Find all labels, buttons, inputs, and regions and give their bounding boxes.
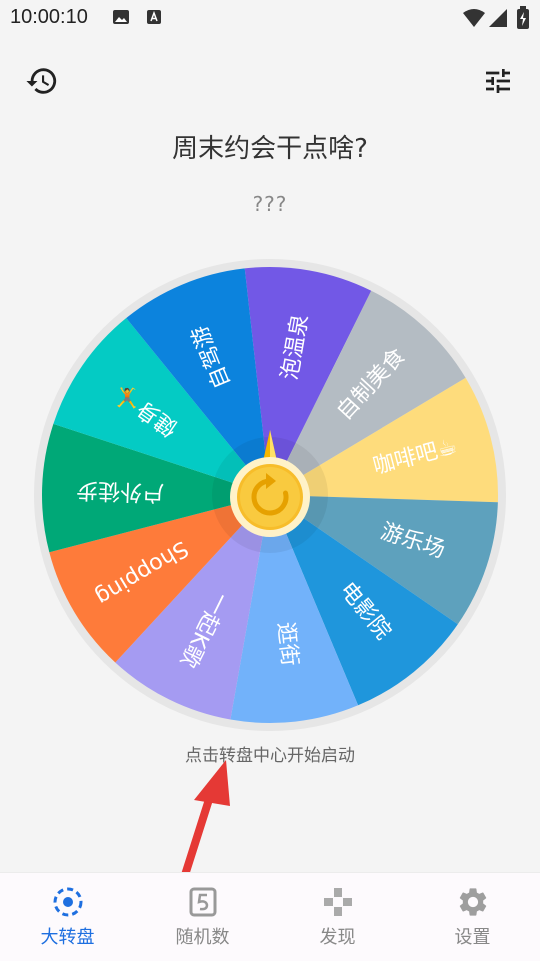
wheel-svg: 泡温泉 自制美食咖啡吧☕游乐场电影院逛街一起K歌Shopping户外徒步健身🤸自驾… — [34, 259, 506, 731]
status-time: 10:00:10 — [10, 6, 88, 28]
nav-item-settings[interactable]: 设置 — [405, 873, 540, 961]
nav-label-settings: 设置 — [454, 927, 491, 948]
battery-icon — [517, 6, 529, 29]
prize-wheel: 泡温泉 自制美食 咖啡吧☕ 游乐场 电影院 逛街 一起K歌 Shopping 户外徒步 健身🤸 自驾… — [0, 240, 540, 760]
nav-item-discover[interactable]: 发现 — [270, 873, 405, 961]
nav-label-wheel: 大转盘 — [40, 927, 95, 948]
text-notification-icon — [147, 10, 161, 24]
settings-tune-button[interactable] — [474, 57, 522, 105]
wheel-segment-label: 户外徒步 — [76, 477, 165, 505]
number-five-icon — [189, 887, 216, 917]
tune-icon — [486, 69, 510, 93]
status-bar: 10:00:10 — [0, 0, 540, 36]
wifi-icon — [463, 9, 485, 27]
bottom-navigation: 大转盘 随机数 发现 设置 — [0, 872, 540, 961]
gamepad-icon — [323, 888, 352, 916]
history-icon — [26, 68, 57, 94]
nav-item-wheel[interactable]: 大转盘 — [0, 873, 135, 961]
spin-hint: 点击转盘中心开始启动 — [185, 746, 355, 766]
spin-result: ??? — [252, 192, 288, 216]
nav-label-discover: 发现 — [319, 927, 356, 948]
history-button[interactable] — [18, 57, 66, 105]
gear-icon — [459, 888, 486, 916]
wheel-icon — [53, 887, 82, 917]
wheel-segment-label: 逛街 — [272, 621, 302, 668]
wheel-center-button[interactable] — [230, 457, 310, 537]
page-title: 周末约会干点啥? — [172, 134, 368, 164]
image-icon — [113, 10, 129, 24]
signal-icon — [489, 9, 507, 27]
nav-label-random-number: 随机数 — [175, 927, 230, 948]
nav-item-random-number[interactable]: 随机数 — [135, 873, 270, 961]
